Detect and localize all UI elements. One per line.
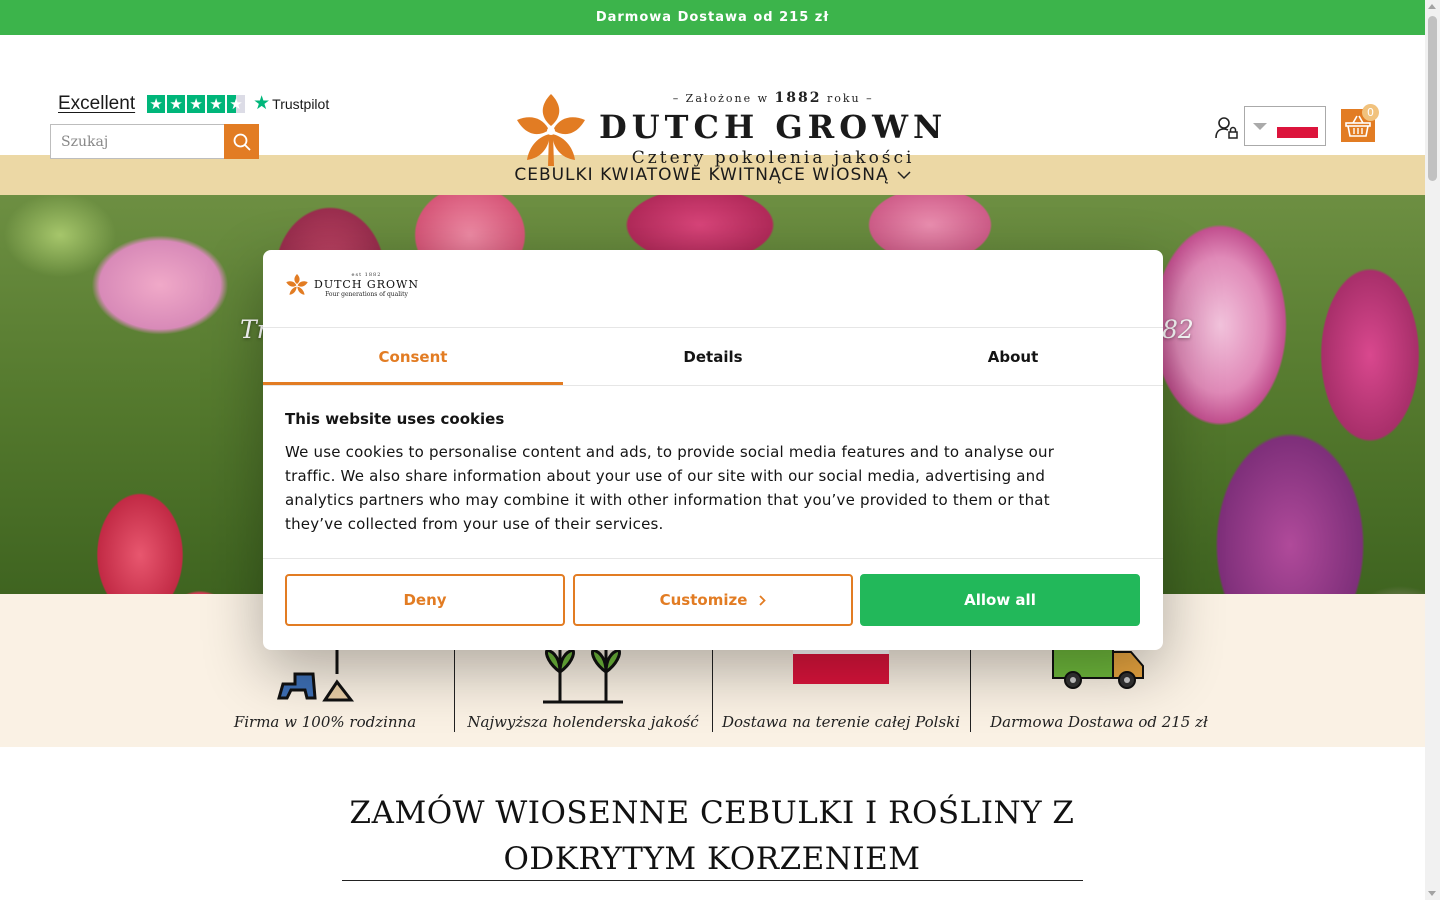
tab-consent[interactable]: Consent <box>263 328 563 385</box>
scroll-up-icon[interactable] <box>1428 4 1436 9</box>
deny-label: Deny <box>403 591 447 609</box>
chevron-right-icon <box>759 594 767 606</box>
dialog-logo-tagline: Four generations of quality <box>325 291 408 298</box>
deny-button[interactable]: Deny <box>285 574 565 626</box>
scroll-down-icon[interactable] <box>1428 891 1436 896</box>
scrollbar[interactable] <box>1425 0 1440 900</box>
page: Darmowa Dostawa od 215 zł Excellent ★ ★ … <box>0 0 1425 900</box>
customize-label: Customize <box>659 591 748 609</box>
customize-button[interactable]: Customize <box>573 574 853 626</box>
tab-about[interactable]: About <box>863 328 1163 385</box>
scroll-thumb[interactable] <box>1428 16 1437 181</box>
cookie-tabs: Consent Details About <box>263 328 1163 385</box>
dialog-logo: est 1882 DUTCH GROWN Four generations of… <box>285 272 419 298</box>
dialog-logo-name: DUTCH GROWN <box>314 278 419 291</box>
cookie-title: This website uses cookies <box>285 410 505 428</box>
divider <box>263 385 1163 386</box>
tab-details[interactable]: Details <box>563 328 863 385</box>
cookie-consent-dialog: est 1882 DUTCH GROWN Four generations of… <box>263 250 1163 650</box>
allow-all-label: Allow all <box>964 591 1036 609</box>
divider <box>263 558 1163 559</box>
cookie-body: We use cookies to personalise content an… <box>285 443 1055 533</box>
leaf-logo-icon <box>286 273 308 295</box>
allow-all-button[interactable]: Allow all <box>860 574 1140 626</box>
